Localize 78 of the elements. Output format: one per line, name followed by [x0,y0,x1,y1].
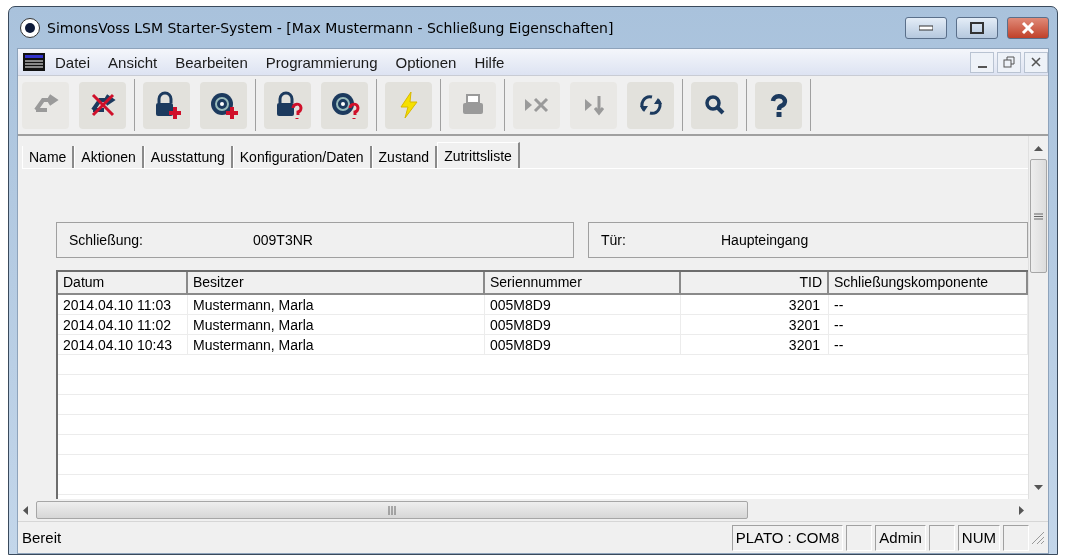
child-close-button[interactable] [1024,51,1048,73]
table-cell: -- [829,295,1028,315]
minimize-icon [919,24,933,31]
table-cell: 005M8D9 [485,335,681,355]
toolbar-button[interactable] [321,81,368,129]
column-header[interactable]: Seriennummer [485,272,681,295]
table-cell: 005M8D9 [485,295,681,315]
maximize-icon [970,21,984,34]
table-cell: Mustermann, Marla [188,335,485,355]
maximize-button[interactable] [956,16,998,39]
close-icon [1031,57,1041,67]
resize-grip-icon [1032,531,1044,544]
disc-plus-icon [208,90,239,120]
tab[interactable]: Ausstattung [143,146,233,168]
table-cell: 2014.04.10 11:02 [58,315,188,335]
left-arrow-icon [22,505,28,515]
scroll-thumb[interactable] [36,501,748,519]
menu-item[interactable]: Hilfe [465,53,514,71]
disc-question-icon [329,90,360,120]
status-pane: NUM [957,524,1000,551]
column-header[interactable]: Datum [58,272,188,295]
toolbar-button[interactable] [755,81,802,129]
app-logo-icon [19,16,41,39]
field-label: Schließung: [69,232,144,248]
empty-status-pane [1003,524,1029,551]
window-title: SimonsVoss LSM Starter-System - [Max Mustermann - Schließung Eigenschaften] [47,19,615,36]
up-arrow-icon [1034,145,1043,151]
status-message: Bereit [22,529,63,546]
table-cell: 2014.04.10 11:03 [58,295,188,315]
toolbar-button[interactable] [691,81,738,129]
column-header[interactable]: Schließungskomponente [829,272,1028,295]
tab[interactable]: Aktionen [74,146,144,168]
toolbar-button[interactable] [264,81,311,129]
tab[interactable]: Konfiguration/Daten [232,146,372,168]
tab[interactable]: Zutrittsliste [437,142,520,168]
close-icon [1021,21,1035,34]
table-cell: Mustermann, Marla [188,295,485,315]
table-cell: 3201 [681,295,829,315]
field-label: Tür: [601,232,627,248]
down-arrow-icon [1034,485,1043,491]
menu-item[interactable]: Bearbeiten [166,53,257,71]
column-header[interactable]: TID [681,272,829,295]
child-minimize-button[interactable] [970,51,994,73]
table-cell: 005M8D9 [485,315,681,335]
column-header[interactable]: Besitzer [188,272,485,295]
empty-status-pane [928,524,955,551]
menu-item[interactable]: Ansicht [99,53,167,71]
table-cell: 2014.04.10 10:43 [58,335,188,355]
table-cell: -- [829,315,1028,335]
minimize-button[interactable] [905,16,947,39]
grip-icon [388,505,396,515]
vertical-scrollbar[interactable] [1028,136,1048,499]
table-cell: 3201 [681,335,829,355]
menu-item[interactable]: Optionen [386,53,466,71]
table-cell: -- [829,335,1028,355]
tab[interactable]: Name [22,146,75,168]
toolbar-button[interactable] [627,81,674,129]
document-icon [22,52,46,72]
child-restore-button[interactable] [997,51,1021,73]
field-value: Haupteingang [721,232,809,248]
field-value: 009T3NR [253,232,313,248]
tab[interactable]: Zustand [371,146,438,168]
status-pane: Admin [875,524,926,551]
toolbar-button[interactable] [200,81,247,129]
minimize-icon [977,66,987,68]
grip-icon [1034,212,1043,220]
status-pane: PLATO : COM8 [731,524,844,551]
table-cell: Mustermann, Marla [188,315,485,335]
empty-status-pane [846,524,873,551]
right-arrow-icon [1019,505,1025,515]
menu-item[interactable]: Programmierung [256,53,387,71]
toolbar-button[interactable] [79,81,126,129]
close-button[interactable] [1007,16,1049,39]
restore-icon [1003,56,1015,68]
table-cell: 3201 [681,315,829,335]
toolbar-button[interactable] [143,81,190,129]
menu-item[interactable]: Datei [46,53,100,71]
scroll-thumb[interactable] [1030,159,1047,273]
